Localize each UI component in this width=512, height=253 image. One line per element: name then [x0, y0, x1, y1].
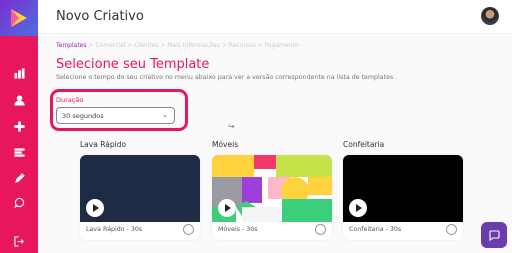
play-icon[interactable]	[86, 199, 104, 217]
template-card-moveis[interactable]: Móveis - 30s	[212, 155, 332, 240]
template-caption: Lava Rápido - 30s	[86, 226, 143, 233]
whatsapp-icon[interactable]	[0, 195, 38, 209]
template-card-confeitaria[interactable]: Confeitaria - 30s	[343, 155, 463, 240]
chat-icon	[489, 230, 500, 241]
breadcrumb-steps: > Comercial > Clientes > Mais Informaçõe…	[86, 42, 299, 49]
page-title: Selecione seu Template	[56, 57, 210, 72]
template-radio[interactable]	[183, 224, 194, 235]
duration-select[interactable]: 30 segundos ⌄	[56, 107, 175, 124]
duration-selected-value: 30 segundos	[62, 112, 104, 120]
logout-icon[interactable]	[0, 234, 38, 248]
menu-lines-icon[interactable]	[0, 145, 38, 159]
template-radio[interactable]	[446, 224, 457, 235]
main-content: Templates > Comercial > Clientes > Mais …	[38, 35, 512, 253]
sidebar	[0, 0, 38, 253]
template-card-lava-rapido[interactable]: Lava Rápido - 30s	[80, 155, 200, 240]
breadcrumb: Templates > Comercial > Clientes > Mais …	[56, 42, 299, 49]
app-title: Novo Criativo	[56, 9, 144, 24]
template-title-confeitaria: Confeitaria	[343, 140, 385, 149]
play-icon[interactable]	[349, 199, 367, 217]
template-radio[interactable]	[315, 224, 326, 235]
avatar[interactable]	[481, 7, 499, 25]
chat-button[interactable]	[481, 222, 507, 248]
template-caption: Móveis - 30s	[218, 226, 258, 233]
duration-label: Duração	[56, 96, 84, 104]
chevron-down-icon: ⌄	[162, 111, 168, 119]
pencil-icon[interactable]	[0, 171, 38, 185]
plus-icon[interactable]	[0, 119, 38, 133]
template-title-moveis: Móveis	[212, 140, 239, 149]
user-icon[interactable]	[0, 93, 38, 107]
top-header: Novo Criativo	[38, 0, 512, 34]
play-icon[interactable]	[218, 199, 236, 217]
text-cursor-icon: ↪	[228, 122, 235, 131]
page-subtitle: Selecione o tempo do seu criativo no men…	[56, 74, 398, 81]
template-title-lava-rapido: Lava Rápido	[80, 140, 127, 149]
app-logo[interactable]	[0, 0, 38, 36]
breadcrumb-current[interactable]: Templates	[56, 42, 87, 49]
bar-chart-icon[interactable]	[0, 66, 38, 80]
template-caption: Confeitaria - 30s	[349, 226, 402, 233]
